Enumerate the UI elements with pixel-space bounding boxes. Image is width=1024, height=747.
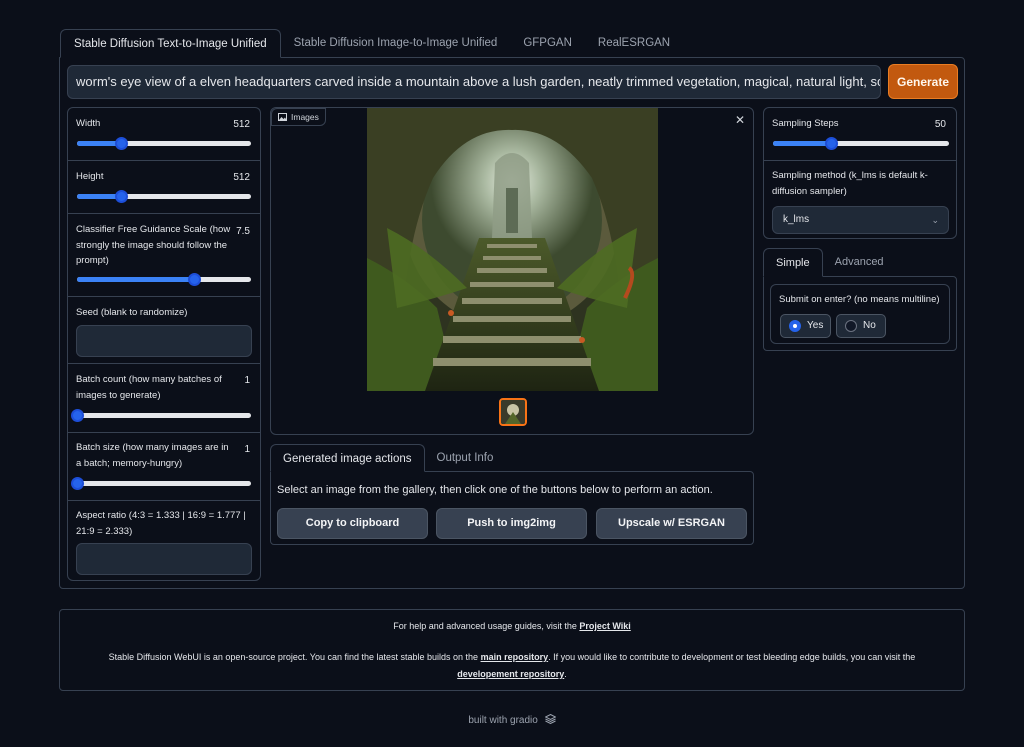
footer-contribute-text: . If you would like to contribute to dev… (548, 652, 916, 662)
push-to-img2img-button[interactable]: Push to img2img (436, 508, 587, 539)
cfg-label: Classifier Free Guidance Scale (how stro… (76, 224, 231, 266)
height-label: Height (76, 171, 104, 182)
batch-count-slider[interactable] (71, 409, 251, 422)
chevron-down-icon: ⌄ (931, 215, 939, 225)
footer-about-text: Stable Diffusion WebUI is an open-source… (108, 652, 481, 662)
actions-panel: Select an image from the gallery, then c… (270, 471, 754, 545)
submit-group: Submit on enter? (no means multiline) Ye… (770, 284, 950, 344)
gallery-thumbnail[interactable] (499, 398, 527, 426)
height-slider[interactable] (77, 190, 251, 203)
footer-period: . (564, 669, 567, 679)
sampling-method-value: k_lms (783, 214, 810, 225)
image-icon (278, 113, 287, 121)
mode-tabs: Simple Advanced (763, 248, 896, 277)
batch-count-value[interactable]: 1 (244, 375, 250, 386)
batch-size-row: Batch size (how many images are in a bat… (68, 433, 260, 501)
height-row: Height 512 (68, 161, 260, 214)
sampling-panel: Sampling Steps 50 Sampling method (k_lms… (763, 107, 957, 239)
simple-panel: Submit on enter? (no means multiline) Ye… (763, 276, 957, 351)
footer-line-1: For help and advanced usage guides, visi… (60, 621, 964, 631)
actions-instruction: Select an image from the gallery, then c… (277, 484, 713, 496)
development-repository-link[interactable]: developement repository (457, 669, 564, 679)
tab-img2img[interactable]: Stable Diffusion Image-to-Image Unified (281, 29, 511, 58)
radio-yes[interactable]: Yes (780, 314, 831, 338)
sampling-method-label: Sampling method (k_lms is default k-diff… (772, 170, 928, 197)
generate-button[interactable]: Generate (888, 64, 958, 99)
action-tabs: Generated image actions Output Info (270, 444, 505, 472)
steps-row: Sampling Steps 50 (764, 108, 956, 161)
sampling-method-select[interactable]: k_lms ⌄ (772, 206, 949, 234)
tab-advanced[interactable]: Advanced (823, 248, 896, 277)
aspect-input[interactable] (76, 543, 252, 575)
steps-slider[interactable] (773, 137, 949, 150)
settings-panel: Width 512 Height 512 Classifier Free Gui… (67, 107, 261, 581)
copy-to-clipboard-button[interactable]: Copy to clipboard (277, 508, 428, 539)
batch-size-value[interactable]: 1 (244, 444, 250, 455)
batch-size-label: Batch size (how many images are in a bat… (76, 442, 229, 469)
tab-generated-image-actions[interactable]: Generated image actions (270, 444, 425, 472)
image-gallery: Images ✕ (270, 107, 754, 435)
width-row: Width 512 (68, 108, 260, 161)
gallery-label-text: Images (291, 112, 319, 122)
width-slider[interactable] (77, 137, 251, 150)
steps-value[interactable]: 50 (935, 119, 946, 130)
batch-size-slider[interactable] (71, 477, 251, 490)
cfg-value[interactable]: 7.5 (236, 226, 250, 237)
close-icon[interactable]: ✕ (735, 114, 745, 126)
gallery-label: Images (271, 108, 326, 126)
submit-label: Submit on enter? (no means multiline) (779, 294, 940, 305)
footer-line-3: developement repository. (60, 669, 964, 679)
tab-txt2img[interactable]: Stable Diffusion Text-to-Image Unified (60, 29, 281, 58)
radio-yes-label: Yes (807, 320, 824, 331)
upscale-esrgan-button[interactable]: Upscale w/ ESRGAN (596, 508, 747, 539)
seed-label: Seed (blank to randomize) (76, 307, 188, 318)
tab-output-info[interactable]: Output Info (425, 444, 506, 472)
batch-count-label: Batch count (how many batches of images … (76, 374, 222, 401)
footer: For help and advanced usage guides, visi… (59, 609, 965, 691)
radio-no-dot (845, 320, 857, 332)
width-value[interactable]: 512 (233, 119, 250, 130)
radio-yes-dot (789, 320, 801, 332)
height-value[interactable]: 512 (233, 172, 250, 183)
built-with-text: built with gradio (468, 715, 538, 726)
prompt-input[interactable]: worm's eye view of a elven headquarters … (67, 65, 881, 99)
radio-no[interactable]: No (836, 314, 886, 338)
footer-help-text: For help and advanced usage guides, visi… (393, 621, 580, 631)
tab-gfpgan[interactable]: GFPGAN (510, 29, 585, 58)
footer-line-2: Stable Diffusion WebUI is an open-source… (60, 652, 964, 662)
aspect-row: Aspect ratio (4:3 = 1.333 | 16:9 = 1.777… (68, 501, 260, 582)
seed-input[interactable] (76, 325, 252, 357)
tab-simple[interactable]: Simple (763, 248, 823, 277)
main-repository-link[interactable]: main repository (481, 652, 549, 662)
tab-realesrgan[interactable]: RealESRGAN (585, 29, 683, 58)
gradio-logo-icon (544, 713, 557, 725)
built-with-gradio[interactable]: built with gradio (0, 713, 1024, 726)
cfg-slider[interactable] (77, 273, 251, 286)
cfg-row: Classifier Free Guidance Scale (how stro… (68, 214, 260, 297)
steps-label: Sampling Steps (772, 118, 839, 129)
seed-row: Seed (blank to randomize) (68, 297, 260, 364)
main-tabs: Stable Diffusion Text-to-Image Unified S… (60, 29, 683, 58)
generated-image[interactable] (367, 108, 658, 391)
project-wiki-link[interactable]: Project Wiki (579, 621, 630, 631)
radio-no-label: No (863, 320, 876, 331)
width-label: Width (76, 118, 101, 129)
aspect-label: Aspect ratio (4:3 = 1.333 | 16:9 = 1.777… (76, 510, 246, 537)
batch-count-row: Batch count (how many batches of images … (68, 364, 260, 433)
